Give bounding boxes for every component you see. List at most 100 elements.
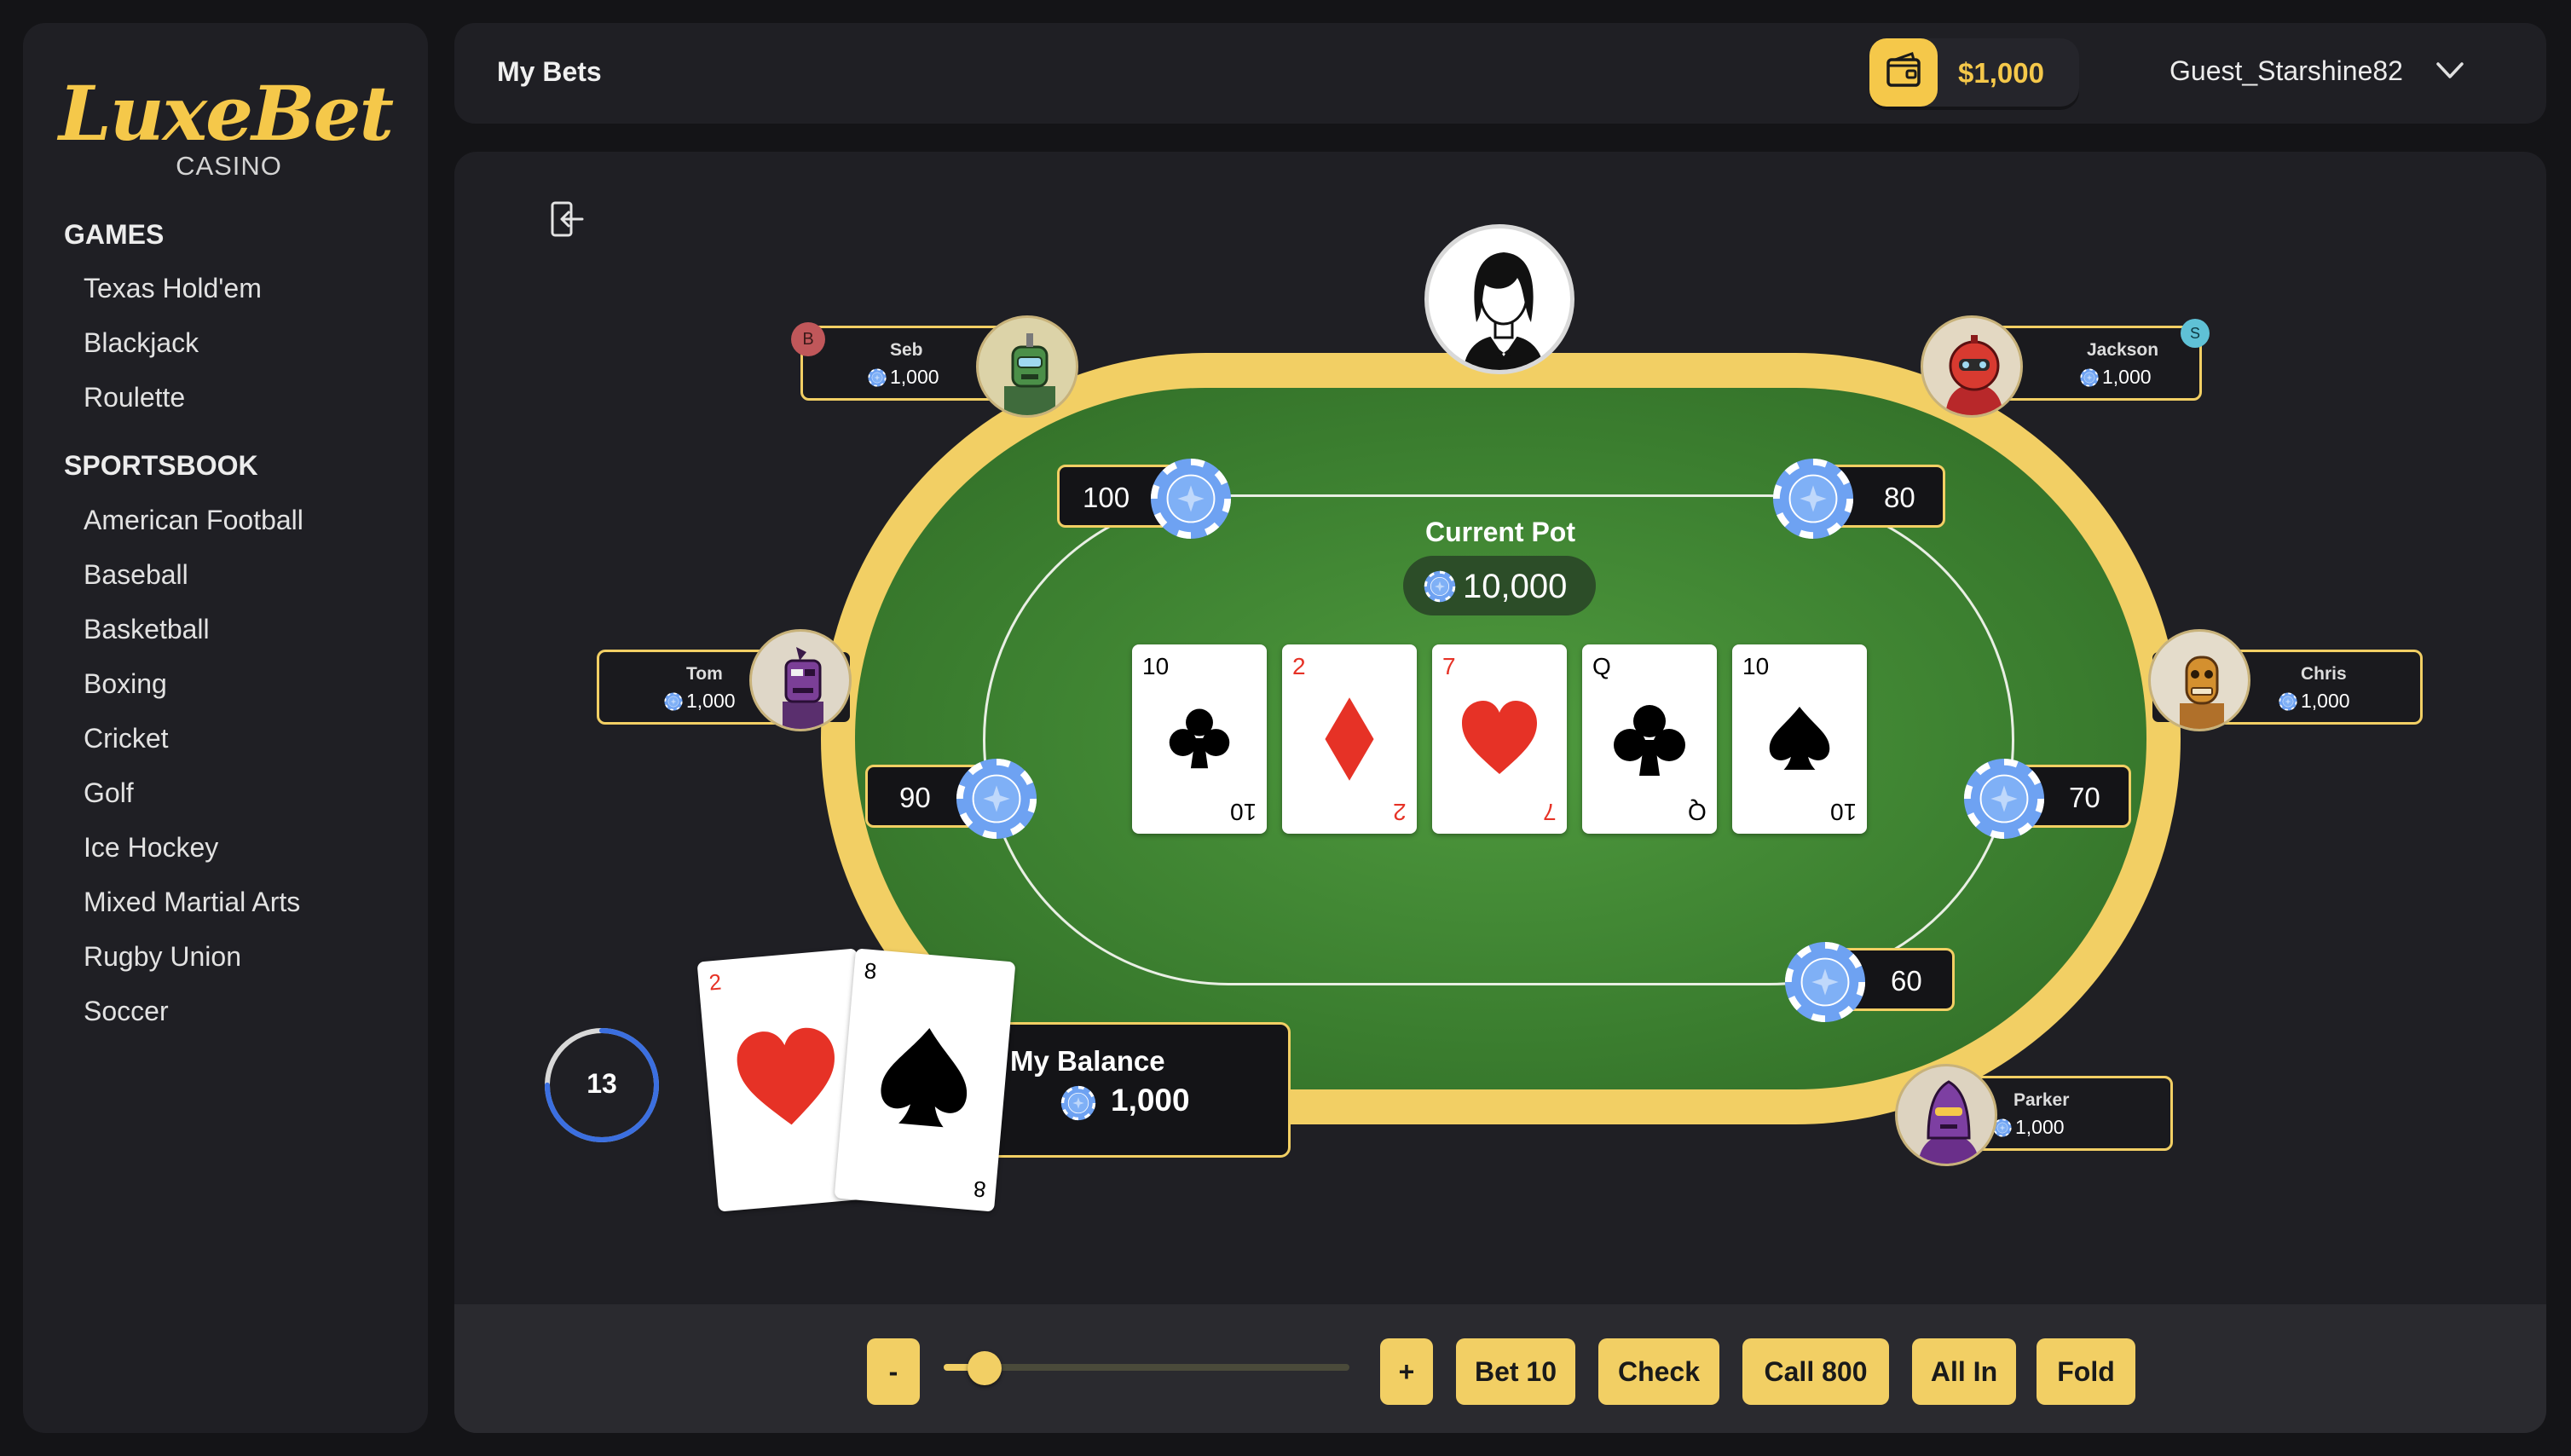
- chip-icon: [2080, 368, 2099, 387]
- nav-soccer[interactable]: Soccer: [84, 996, 169, 1027]
- nav-ice-hockey[interactable]: Ice Hockey: [84, 832, 218, 864]
- poker-table-area: Current Pot 10,000 10 10 2 2 7 7 Q Q 10 …: [454, 152, 2546, 1433]
- pot-amount: 10,000: [1463, 568, 1568, 605]
- player-name: Tom: [686, 664, 723, 684]
- card-rank: 10: [1742, 653, 1770, 679]
- card-rank: 10: [1142, 653, 1170, 679]
- blind-badge: B: [791, 322, 825, 356]
- bet-button[interactable]: Bet 10: [1456, 1338, 1575, 1405]
- nav-roulette[interactable]: Roulette: [84, 382, 185, 413]
- bet-amount: 90: [899, 782, 931, 813]
- card-rank: 2: [708, 968, 723, 996]
- my-balance-label: My Balance: [1010, 1045, 1165, 1077]
- nav-golf[interactable]: Golf: [84, 777, 134, 809]
- chip-icon: [868, 368, 887, 387]
- card-rank: 8: [863, 957, 878, 985]
- wallet-button[interactable]: $1,000: [1869, 38, 2079, 107]
- avatar-seb: [976, 315, 1078, 418]
- spade-icon: [1764, 702, 1835, 774]
- player-name: Chris: [2301, 664, 2347, 684]
- player-balance: 1,000: [2279, 690, 2350, 713]
- heart-icon: [1453, 696, 1546, 781]
- community-card-2: 2 2: [1282, 644, 1417, 834]
- player-balance: 1,000: [2080, 366, 2152, 389]
- pot-amount-box: 10,000: [1403, 556, 1596, 615]
- spade-icon: [870, 1017, 981, 1136]
- my-balance-amount: 1,000: [1111, 1083, 1190, 1118]
- bet-amount: 70: [2069, 782, 2100, 813]
- wallet-icon: [1869, 38, 1938, 107]
- turn-timer-seconds: 13: [586, 1068, 617, 1099]
- games-section-title: GAMES: [64, 219, 165, 250]
- bet-slider-track[interactable]: [944, 1364, 1349, 1371]
- card-rank: Q: [1592, 653, 1611, 679]
- player-balance: 1,000: [664, 690, 736, 713]
- diamond-icon: [1314, 694, 1385, 784]
- logo[interactable]: LuxeBet CASINO: [23, 76, 428, 182]
- logo-brand: LuxeBet: [58, 69, 394, 158]
- bet-slider-thumb[interactable]: [967, 1351, 1002, 1385]
- card-rank: 2: [1393, 799, 1407, 825]
- chip-icon: [1962, 757, 2046, 841]
- card-rank: 8: [972, 1176, 987, 1203]
- avatar-tom: [749, 629, 852, 731]
- bet-amount: 60: [1891, 965, 1922, 997]
- pot-label: Current Pot: [1425, 517, 1575, 547]
- chip-icon: [1783, 940, 1867, 1024]
- nav-basketball[interactable]: Basketball: [84, 614, 210, 645]
- nav-texas-holdem[interactable]: Texas Hold'em: [84, 273, 262, 304]
- card-rank: 10: [1829, 799, 1857, 825]
- chip-icon: [2279, 692, 2297, 711]
- header: My Bets $1,000 Guest_Starshine82: [454, 23, 2546, 124]
- nav-mixed-martial-arts[interactable]: Mixed Martial Arts: [84, 887, 300, 918]
- avatar-parker: [1895, 1064, 1997, 1166]
- avatar-jackson: [1921, 315, 2023, 418]
- nav-boxing[interactable]: Boxing: [84, 668, 167, 700]
- call-button[interactable]: Call 800: [1742, 1338, 1889, 1405]
- dealer-avatar: [1424, 224, 1574, 374]
- player-name: Seb: [890, 340, 923, 360]
- nav-baseball[interactable]: Baseball: [84, 559, 188, 591]
- sportsbook-section-title: SPORTSBOOK: [64, 450, 258, 481]
- community-card-4: Q Q: [1582, 644, 1717, 834]
- exit-icon[interactable]: [548, 199, 587, 239]
- player-name: Jackson: [2087, 340, 2159, 360]
- community-card-1: 10 10: [1132, 644, 1267, 834]
- wallet-amount: $1,000: [1958, 57, 2044, 89]
- card-rank: 10: [1229, 799, 1257, 825]
- heart-icon: [723, 1018, 852, 1139]
- avatar-chris: [2148, 629, 2250, 731]
- all-in-button[interactable]: All In: [1912, 1338, 2016, 1405]
- check-button[interactable]: Check: [1598, 1338, 1719, 1405]
- chip-icon: [955, 757, 1038, 841]
- card-rank: Q: [1688, 799, 1707, 825]
- decrease-bet-button[interactable]: -: [867, 1338, 920, 1405]
- increase-bet-button[interactable]: +: [1380, 1338, 1433, 1405]
- chip-icon: [1424, 570, 1456, 603]
- chip-icon: [664, 692, 683, 711]
- sidebar: LuxeBet CASINO GAMES Texas Hold'em Black…: [23, 23, 428, 1433]
- card-rank: 7: [1543, 799, 1557, 825]
- my-card-2: 8 8: [834, 948, 1016, 1212]
- page-title[interactable]: My Bets: [497, 56, 602, 88]
- player-balance: 1,000: [868, 366, 939, 389]
- card-rank: 2: [1292, 653, 1306, 679]
- club-icon: [1164, 702, 1235, 774]
- player-name: Parker: [2013, 1090, 2070, 1110]
- bet-amount: 80: [1884, 482, 1915, 513]
- nav-rugby-union[interactable]: Rugby Union: [84, 941, 241, 973]
- username[interactable]: Guest_Starshine82: [2169, 55, 2403, 87]
- chip-icon: [1771, 457, 1855, 540]
- chevron-down-icon[interactable]: [2435, 59, 2465, 83]
- nav-cricket[interactable]: Cricket: [84, 723, 169, 754]
- community-card-3: 7 7: [1432, 644, 1567, 834]
- fold-button[interactable]: Fold: [2037, 1338, 2135, 1405]
- community-card-5: 10 10: [1732, 644, 1867, 834]
- chip-icon: [1149, 457, 1233, 540]
- player-balance: 1,000: [1993, 1116, 2065, 1139]
- card-rank: 7: [1442, 653, 1456, 679]
- nav-blackjack[interactable]: Blackjack: [84, 327, 199, 359]
- club-icon: [1607, 697, 1692, 783]
- bet-amount: 100: [1083, 482, 1130, 513]
- nav-american-football[interactable]: American Football: [84, 505, 303, 536]
